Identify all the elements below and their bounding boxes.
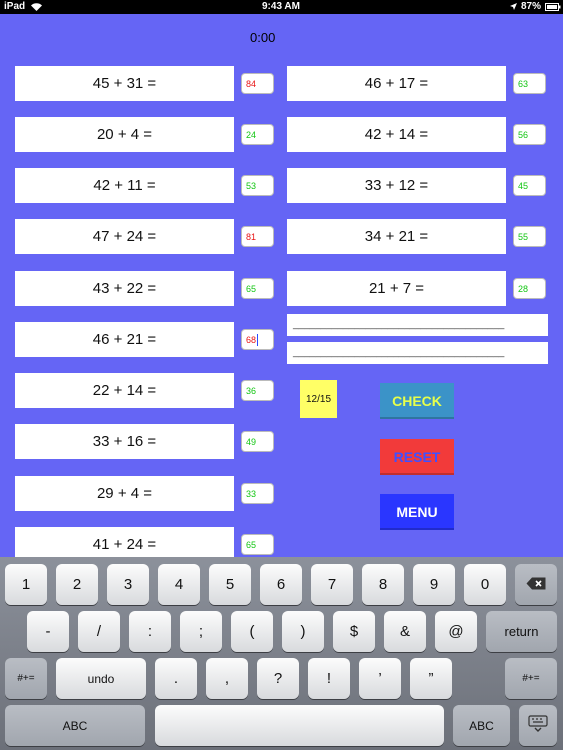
answer-field-right-4[interactable]: 55	[513, 226, 546, 247]
undo-key[interactable]: undo	[56, 658, 146, 699]
key-open-paren[interactable]: (	[231, 611, 273, 652]
key-3[interactable]: 3	[107, 564, 149, 605]
equation-right-2: 42 + 14 =	[287, 117, 506, 152]
backspace-icon	[526, 577, 546, 593]
battery-icon	[545, 3, 561, 14]
blank-row-2: ______________________________________	[287, 342, 548, 364]
answer-field-left-5[interactable]: 65	[241, 278, 274, 299]
key-slash[interactable]: /	[78, 611, 120, 652]
status-bar: iPad 9:43 AM 87%	[0, 0, 563, 14]
answer-field-left-2[interactable]: 24	[241, 124, 274, 145]
text-caret	[257, 333, 259, 346]
equation-left-1: 45 + 31 =	[15, 66, 234, 101]
reset-button[interactable]: RESET	[380, 439, 454, 475]
answer-field-left-8[interactable]: 49	[241, 431, 274, 452]
key-ampersand[interactable]: &	[384, 611, 426, 652]
answer-value: 68	[246, 334, 257, 345]
key-quote[interactable]: ”	[410, 658, 452, 699]
answer-field-left-3[interactable]: 53	[241, 175, 274, 196]
equation-left-7: 22 + 14 =	[15, 373, 234, 408]
blank-row-1: ______________________________________	[287, 314, 548, 336]
answer-field-right-5[interactable]: 28	[513, 278, 546, 299]
equation-right-5: 21 + 7 =	[287, 271, 506, 306]
answer-field-left-6[interactable]: 68	[241, 329, 274, 350]
key-7[interactable]: 7	[311, 564, 353, 605]
clock: 9:43 AM	[262, 1, 300, 12]
equation-right-1: 46 + 17 =	[287, 66, 506, 101]
equation-left-9: 29 + 4 =	[15, 476, 234, 511]
answer-field-left-7[interactable]: 36	[241, 380, 274, 401]
keyboard-dismiss-key[interactable]	[519, 705, 557, 746]
equation-left-3: 42 + 11 =	[15, 168, 234, 203]
key-exclamation[interactable]: !	[308, 658, 350, 699]
key-1[interactable]: 1	[5, 564, 47, 605]
key-semicolon[interactable]: ;	[180, 611, 222, 652]
location-arrow-icon	[509, 2, 518, 14]
key-at[interactable]: @	[435, 611, 477, 652]
shift-symbols-key-left[interactable]: #+=	[5, 658, 47, 699]
equation-left-8: 33 + 16 =	[15, 424, 234, 459]
equation-left-4: 47 + 24 =	[15, 219, 234, 254]
key-apostrophe[interactable]: ’	[359, 658, 401, 699]
answer-field-right-2[interactable]: 56	[513, 124, 546, 145]
device-label: iPad	[4, 1, 26, 12]
timer: 0:00	[250, 30, 276, 45]
keyboard-dismiss-icon	[528, 715, 548, 736]
abc-key-left[interactable]: ABC	[5, 705, 145, 746]
key-comma[interactable]: ,	[206, 658, 248, 699]
answer-field-left-10[interactable]: 65	[241, 534, 274, 555]
key-question[interactable]: ?	[257, 658, 299, 699]
backspace-key[interactable]	[515, 564, 557, 605]
answer-field-left-9[interactable]: 33	[241, 483, 274, 504]
equation-left-5: 43 + 22 =	[15, 271, 234, 306]
key-5[interactable]: 5	[209, 564, 251, 605]
shift-symbols-key-right[interactable]: #+=	[505, 658, 557, 699]
onscreen-keyboard: 1 2 3 4 5 6 7 8 9 0 - / : ; ( ) $ & @ re…	[0, 557, 563, 750]
battery-percent: 87%	[521, 1, 542, 12]
score-badge: 12/15	[300, 380, 337, 418]
answer-field-left-4[interactable]: 81	[241, 226, 274, 247]
equation-right-3: 33 + 12 =	[287, 168, 506, 203]
key-hyphen[interactable]: -	[27, 611, 69, 652]
equation-right-4: 34 + 21 =	[287, 219, 506, 254]
answer-field-right-1[interactable]: 63	[513, 73, 546, 94]
equation-left-6: 46 + 21 =	[15, 322, 234, 357]
equation-left-2: 20 + 4 =	[15, 117, 234, 152]
menu-button[interactable]: MENU	[380, 494, 454, 530]
space-key[interactable]	[155, 705, 444, 746]
abc-key-right[interactable]: ABC	[453, 705, 510, 746]
answer-field-left-1[interactable]: 84	[241, 73, 274, 94]
key-colon[interactable]: :	[129, 611, 171, 652]
key-9[interactable]: 9	[413, 564, 455, 605]
key-dollar[interactable]: $	[333, 611, 375, 652]
key-6[interactable]: 6	[260, 564, 302, 605]
check-button[interactable]: CHECK	[380, 383, 454, 419]
key-period[interactable]: .	[155, 658, 197, 699]
key-0[interactable]: 0	[464, 564, 506, 605]
key-4[interactable]: 4	[158, 564, 200, 605]
key-8[interactable]: 8	[362, 564, 404, 605]
wifi-icon	[30, 1, 43, 15]
key-2[interactable]: 2	[56, 564, 98, 605]
key-close-paren[interactable]: )	[282, 611, 324, 652]
return-key[interactable]: return	[486, 611, 557, 652]
answer-field-right-3[interactable]: 45	[513, 175, 546, 196]
